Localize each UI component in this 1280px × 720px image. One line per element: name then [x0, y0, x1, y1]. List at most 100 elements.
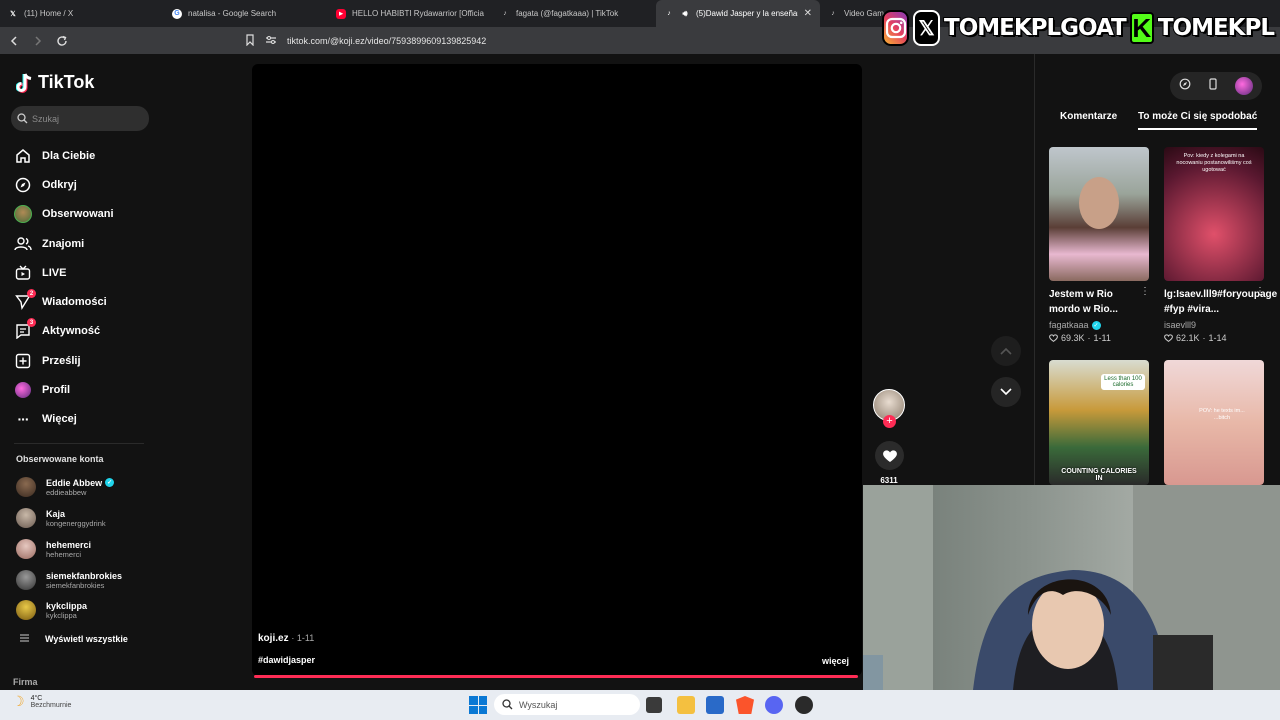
card-menu-icon[interactable]: ⋮: [1255, 286, 1265, 297]
video-card-title[interactable]: lg:Isaev.lll9#foryoupage #fyp #vira...: [1164, 287, 1277, 317]
heart-outline-icon: [1164, 334, 1173, 342]
windows-taskbar: ☽ 4°C Bezchmurnie Wyszukaj: [0, 690, 1280, 720]
nav-przeslij[interactable]: Prześlij: [14, 349, 154, 373]
moon-icon: ☽: [12, 693, 25, 709]
footer-link[interactable]: Firma: [13, 677, 38, 687]
tab-recommended[interactable]: To może Ci się spodobać: [1138, 111, 1258, 130]
nav-obserwowani[interactable]: Obserwowani: [14, 202, 154, 226]
video-hashtag[interactable]: #dawidjasper: [258, 655, 315, 665]
logo-text: TikTok: [38, 72, 95, 92]
nav-wiadomosci[interactable]: 2 Wiadomości: [14, 289, 154, 314]
thumbnail-caption: COUNTING CALORIES IN: [1061, 468, 1137, 482]
tiktok-logo[interactable]: TikTok: [16, 72, 94, 93]
taskbar-search[interactable]: Wyszukaj: [494, 694, 640, 715]
reload-icon[interactable]: [52, 31, 72, 51]
video-card-stats: 69.3K · 1-11: [1049, 333, 1111, 343]
task-view-icon[interactable]: [646, 697, 662, 713]
video-card-user[interactable]: isaevlll9: [1164, 320, 1196, 330]
following-avatar-icon: [14, 205, 32, 223]
chevron-down-icon: [1000, 388, 1012, 396]
tab-komentarze[interactable]: Komentarze: [1060, 111, 1117, 122]
forward-icon[interactable]: [28, 31, 48, 51]
tab-title: (11) Home / X: [24, 9, 74, 18]
search-input[interactable]: [32, 113, 132, 124]
nav-label: Odkryj: [42, 179, 77, 191]
browser-tab-active[interactable]: ♪ 🔊︎ (5)Dawid Jasper y la enseñanz ✕: [656, 0, 820, 27]
nav-znajomi[interactable]: Znajomi: [14, 232, 154, 256]
card-menu-icon[interactable]: ⋮: [1140, 286, 1150, 297]
card-date: 1-11: [1093, 333, 1111, 343]
nav-dla-ciebie[interactable]: Dla Ciebie: [14, 144, 154, 168]
profile-avatar-icon[interactable]: [1235, 77, 1254, 95]
nav-label: Znajomi: [42, 238, 85, 250]
video-card-user[interactable]: fagatkaaa ✓: [1049, 320, 1101, 330]
obs-icon[interactable]: [795, 696, 813, 714]
video-card-title[interactable]: Jestem w Rio mordo w Rio...: [1049, 287, 1145, 317]
account-name: hehemerci: [46, 539, 92, 550]
site-settings-icon[interactable]: [265, 35, 277, 47]
store-icon[interactable]: [706, 696, 724, 714]
video-author[interactable]: koji.ez · 1-11: [258, 633, 314, 644]
next-video-button[interactable]: [991, 377, 1021, 407]
nav-wiecej[interactable]: ··· Więcej: [14, 407, 154, 431]
followed-account[interactable]: siemekfanbrokies siemekfanbrokies: [16, 567, 156, 593]
browser-tab[interactable]: ♪ fagata (@fagatkaaa) | TikTok: [492, 0, 656, 27]
followed-account[interactable]: Eddie Abbew ✓ eddieabbew: [16, 474, 156, 500]
browser-tab[interactable]: 𝕏 (11) Home / X: [0, 0, 164, 27]
thumbnail-person: [1079, 177, 1119, 229]
discord-icon[interactable]: [765, 696, 783, 714]
browser-tab[interactable]: ▶ HELLO HABIBTI Rydawarrior [Official: [328, 0, 492, 27]
account-handle: kykclippa: [46, 610, 77, 620]
followed-account[interactable]: kykclippa kykclippa: [16, 597, 156, 623]
video-card-thumbnail[interactable]: POV: he texts im... ...bitch: [1164, 360, 1264, 485]
brave-browser-icon[interactable]: [736, 696, 754, 714]
speaker-icon[interactable]: 🔊︎: [680, 9, 690, 19]
tiktok-icon: ♪: [503, 10, 507, 17]
file-explorer-icon[interactable]: [677, 696, 695, 714]
tab-title: (5)Dawid Jasper y la enseñanz: [696, 9, 798, 18]
address-bar[interactable]: tiktok.com/@koji.ez/video/75938996091398…: [245, 31, 865, 50]
nav-profil[interactable]: Profil: [14, 378, 154, 402]
taskbar-search-placeholder: Wyszukaj: [519, 699, 558, 710]
account-name: siemekfanbrokies: [46, 570, 123, 581]
nav-label: LIVE: [42, 267, 67, 279]
tab-title: fagata (@fagatkaaa) | TikTok: [516, 9, 619, 18]
tiktok-logo-icon: [16, 72, 32, 93]
search-box[interactable]: [11, 106, 149, 131]
followed-account[interactable]: Kaja kongenerggydrink: [16, 505, 156, 531]
video-card-thumbnail[interactable]: [1049, 147, 1149, 281]
url-text[interactable]: tiktok.com/@koji.ez/video/75938996091398…: [287, 36, 486, 46]
video-date: · 1-11: [291, 633, 315, 643]
tiktok-icon: ♪: [667, 10, 671, 17]
back-icon[interactable]: [4, 31, 24, 51]
nav-live[interactable]: LIVE: [14, 261, 154, 285]
video-card-thumbnail[interactable]: Less than 100 calories COUNTING CALORIES…: [1049, 360, 1149, 485]
follow-plus-icon[interactable]: +: [883, 415, 896, 428]
browser-tab[interactable]: G natalisa - Google Search: [164, 0, 328, 27]
weather-desc: Bezchmurnie: [30, 701, 72, 709]
nav-aktywnosc[interactable]: 3 Aktywność: [14, 318, 154, 343]
compass-icon[interactable]: [1179, 77, 1191, 95]
weather-widget[interactable]: ☽ 4°C Bezchmurnie: [12, 693, 71, 710]
avatar: [16, 508, 36, 528]
followed-accounts-heading: Obserwowane konta: [16, 454, 104, 464]
close-icon[interactable]: ✕: [804, 8, 812, 19]
show-all-accounts-link[interactable]: Wyświetl wszystkie: [20, 634, 128, 644]
windows-start-icon[interactable]: [469, 696, 487, 714]
device-icon[interactable]: [1208, 77, 1218, 95]
nav-odkryj[interactable]: Odkryj: [14, 173, 154, 197]
overlay-handle: TOMEKPLGOAT: [943, 14, 1128, 42]
like-button[interactable]: [875, 441, 904, 470]
more-link[interactable]: więcej: [822, 656, 849, 666]
followed-account[interactable]: hehemerci hehemerci: [16, 536, 156, 562]
previous-video-button[interactable]: [991, 336, 1021, 366]
bookmark-icon[interactable]: [245, 33, 255, 48]
thumbnail-caption: POV: he texts im... ...bitch: [1199, 408, 1245, 421]
avatar: [16, 600, 36, 620]
video-card-stats: 62.1K · 1-14: [1164, 333, 1227, 343]
video-progress-bar[interactable]: [254, 675, 858, 678]
video-player[interactable]: [252, 64, 862, 676]
video-card-thumbnail[interactable]: Pov: kiedy z kolegami na nocowaniu posta…: [1164, 147, 1264, 281]
avatar: [16, 539, 36, 559]
account-name: kykclippa: [46, 600, 88, 611]
